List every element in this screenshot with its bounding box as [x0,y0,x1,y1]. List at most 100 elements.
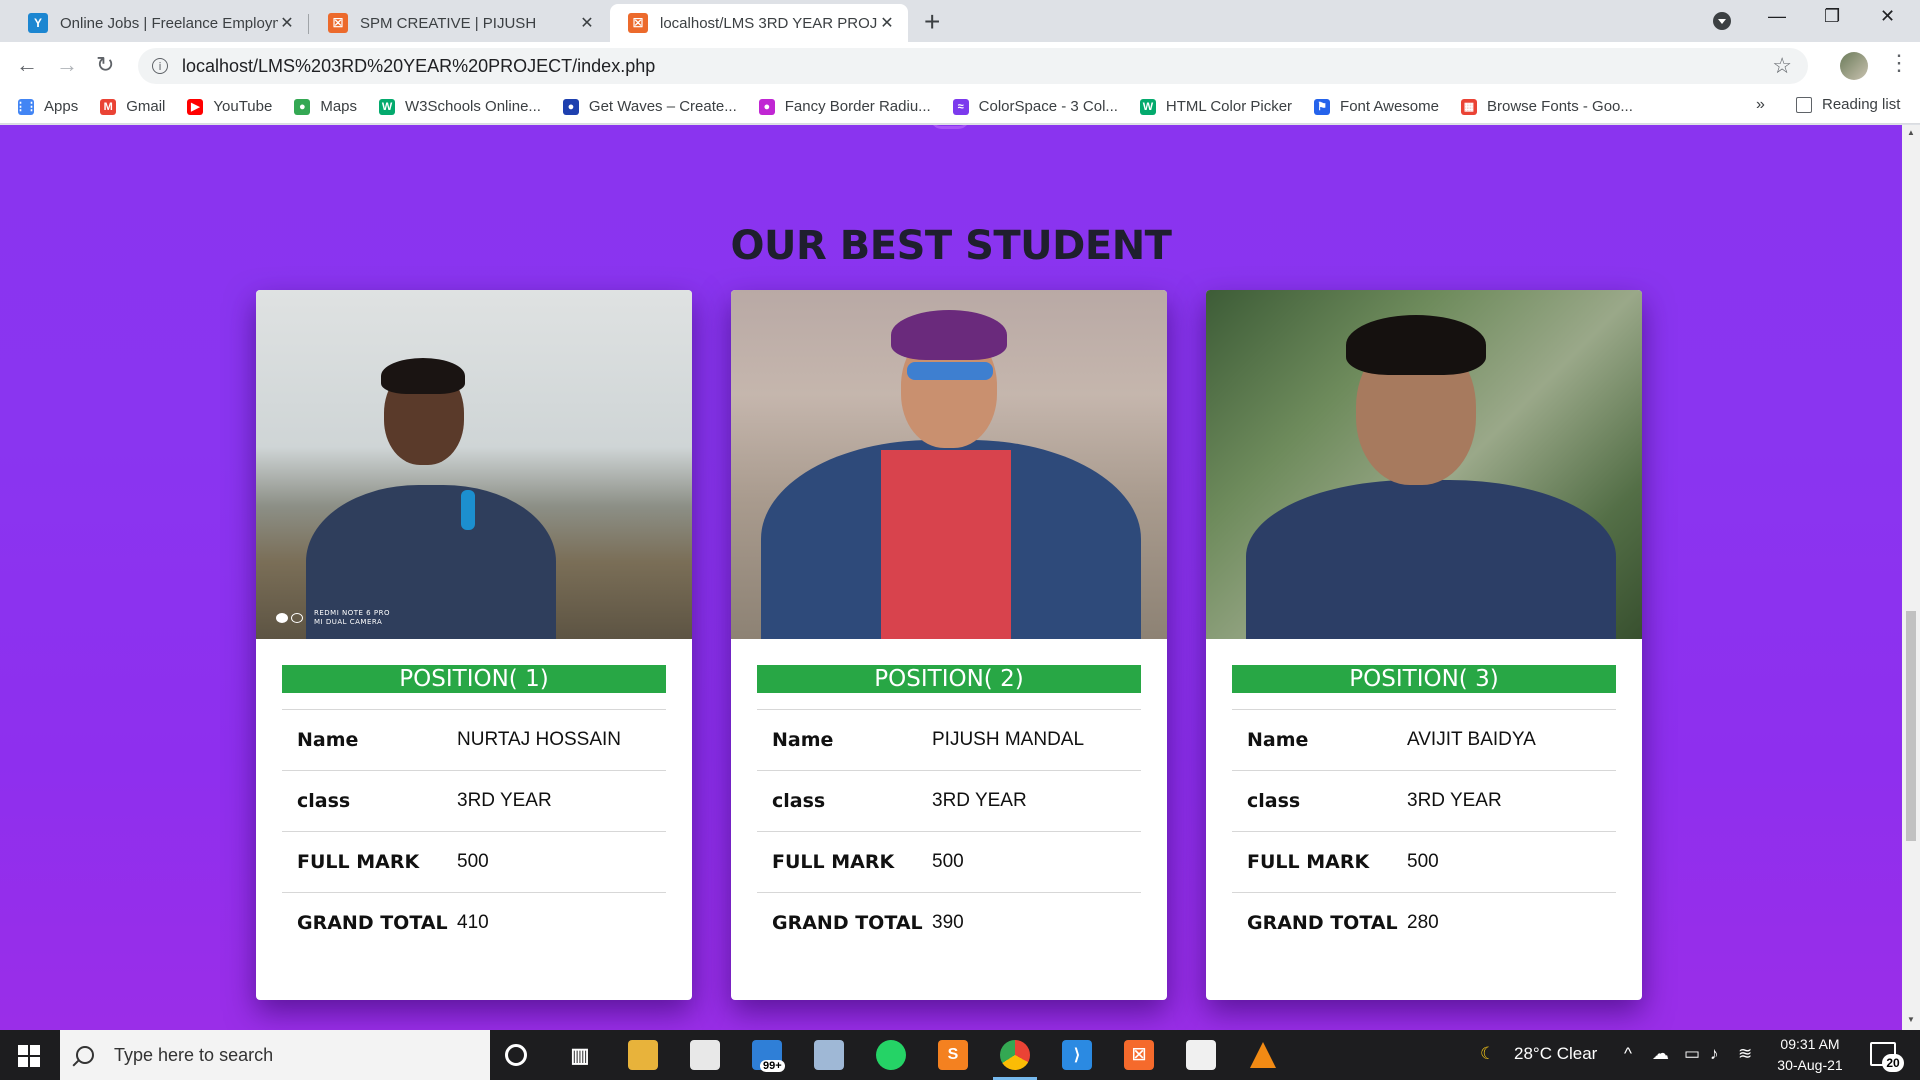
cortana-icon[interactable] [505,1044,527,1066]
battery-icon[interactable]: ▭ [1684,1044,1700,1064]
chrome-icon[interactable] [1000,1040,1030,1070]
sublime-text-icon[interactable]: S [938,1040,968,1070]
tab-spm-creative[interactable]: ☒ SPM CREATIVE | PIJUSH ✕ [310,4,608,42]
site-info-icon[interactable]: i [152,58,168,74]
restore-icon[interactable]: ❐ [1824,6,1840,27]
address-bar[interactable]: i localhost/LMS%203RD%20YEAR%20PROJECT/i… [138,48,1808,84]
name-label: Name [1247,729,1309,751]
bookmark-item[interactable]: ● Maps [294,98,357,115]
table-row: GRAND TOTAL 390 [757,892,1141,954]
url-text[interactable]: localhost/LMS%203RD%20YEAR%20PROJECT/ind… [182,56,655,77]
bookmark-star-icon[interactable]: ☆ [1772,53,1792,79]
table-row: class 3RD YEAR [1232,770,1616,832]
reload-button[interactable]: ↻ [96,52,114,78]
tab-search-icon[interactable] [1713,12,1731,30]
notification-count: 20 [1882,1054,1904,1072]
student-full-mark: 500 [457,851,489,872]
student-info-table: Name NURTAJ HOSSAIN class 3RD YEAR FULL MA… [282,709,666,954]
bookmark-item[interactable]: ⋮⋮ Apps [15,98,79,115]
table-row: Name PIJUSH MANDAL [757,709,1141,771]
back-button[interactable]: ← [16,52,38,78]
student-name: PIJUSH MANDAL [932,729,1085,750]
bookmarks-bar: ⋮⋮ Apps M Gmail ▶ YouTube ● Maps W W3Schools Onli… [0,90,1920,124]
bookmark-label: Apps [44,98,79,115]
new-tab-button[interactable]: + [924,8,940,36]
taskbar-search-box[interactable]: Type here to search [60,1030,490,1080]
bookmark-item[interactable]: ≈ ColorSpace - 3 Col... [952,98,1118,115]
vscode-icon[interactable]: ⟩ [1062,1040,1092,1070]
table-row: GRAND TOTAL 280 [1232,892,1616,954]
remote-desktop-icon[interactable] [814,1040,844,1070]
tab-online-jobs[interactable]: Y Online Jobs | Freelance Employm ✕ [10,4,308,42]
reading-list-icon [1796,96,1812,113]
full-mark-label: FULL MARK [772,851,895,873]
vlc-icon[interactable] [1248,1040,1278,1070]
tab-title: Online Jobs | Freelance Employm [60,14,278,32]
bookmark-item[interactable]: ▦ Browse Fonts - Goo... [1461,98,1633,115]
tally-icon[interactable] [1186,1040,1216,1070]
bookmark-item[interactable]: ⚑ Font Awesome [1314,98,1439,115]
name-label: Name [772,729,834,751]
scroll-down-icon[interactable]: ▼ [1907,1015,1915,1024]
store-icon[interactable] [690,1040,720,1070]
bookmarks-overflow-button[interactable]: » [1756,96,1765,114]
task-view-icon[interactable]: ▥ [565,1040,595,1070]
student-photo [1206,290,1642,639]
student-grand-total: 390 [932,912,964,934]
name-label: Name [297,729,359,751]
scroll-up-icon[interactable]: ▲ [1907,128,1915,137]
tab-title: SPM CREATIVE | PIJUSH [360,14,537,32]
student-name: AVIJIT BAIDYA [1407,729,1536,750]
bookmark-label: Fancy Border Radiu... [784,98,931,115]
position-badge: POSITION( 3) [1232,665,1616,693]
maps-icon: ● [294,98,311,115]
bookmark-item[interactable]: ● Fancy Border Radiu... [758,98,931,115]
show-hidden-icons[interactable]: ^ [1624,1044,1632,1064]
student-name: NURTAJ HOSSAIN [457,729,621,750]
student-card: POSITION( 2) Name PIJUSH MANDAL class 3RD … [731,290,1167,1000]
camera-watermark: REDMI NOTE 6 PRO MI DUAL CAMERA [276,609,390,627]
bookmark-item[interactable]: W HTML Color Picker [1139,98,1292,115]
getwaves-icon: ● [562,98,579,115]
table-row: Name AVIJIT BAIDYA [1232,709,1616,771]
bookmark-item[interactable]: M Gmail [100,98,165,115]
chrome-menu-icon[interactable]: ⋮ [1888,50,1910,76]
bookmark-item[interactable]: ▶ YouTube [187,98,272,115]
position-badge: POSITION( 2) [757,665,1141,693]
table-row: FULL MARK 500 [1232,831,1616,893]
tab-strip: Y Online Jobs | Freelance Employm ✕ ☒ SP… [0,0,1920,42]
tab-localhost-lms[interactable]: ☒ localhost/LMS 3RD YEAR PROJEC ✕ [610,4,908,42]
bookmark-label: W3Schools Online... [405,98,541,115]
student-class: 3RD YEAR [932,790,1027,811]
yahoo-favicon-icon: Y [28,13,48,33]
onedrive-icon[interactable]: ☁ [1652,1044,1669,1064]
scrollbar-thumb[interactable] [1906,611,1916,841]
xampp-icon[interactable]: ☒ [1124,1040,1154,1070]
minimize-icon[interactable]: — [1768,6,1786,27]
clock-date: 30-Aug-21 [1777,1057,1843,1073]
volume-icon[interactable]: ♪ [1710,1044,1719,1064]
close-icon[interactable]: ✕ [578,13,596,33]
system-clock[interactable]: 09:31 AM 30-Aug-21 [1762,1034,1858,1076]
forward-button[interactable]: → [56,52,78,78]
bookmark-item[interactable]: W W3Schools Online... [379,98,541,115]
file-explorer-icon[interactable] [628,1040,658,1070]
close-icon[interactable]: ✕ [278,13,296,33]
whatsapp-icon[interactable] [876,1040,906,1070]
bookmark-label: Font Awesome [1340,98,1439,115]
windows-start-icon[interactable] [18,1045,40,1067]
student-grand-total: 280 [1407,912,1439,934]
close-icon[interactable]: ✕ [878,13,896,33]
profile-avatar[interactable] [1840,52,1868,80]
reading-list-button[interactable]: Reading list [1796,96,1900,113]
student-class: 3RD YEAR [457,790,552,811]
reading-list-label: Reading list [1822,96,1901,113]
weather-text[interactable]: 28°C Clear [1514,1044,1597,1064]
window-close-icon[interactable]: ✕ [1880,6,1895,27]
full-mark-label: FULL MARK [297,851,420,873]
bookmark-item[interactable]: ● Get Waves – Create... [562,98,737,115]
class-label: class [1247,790,1301,812]
page-scrollbar[interactable]: ▲ ▼ [1902,125,1920,1030]
student-full-mark: 500 [1407,851,1439,872]
wifi-icon[interactable]: ≋ [1738,1044,1752,1064]
